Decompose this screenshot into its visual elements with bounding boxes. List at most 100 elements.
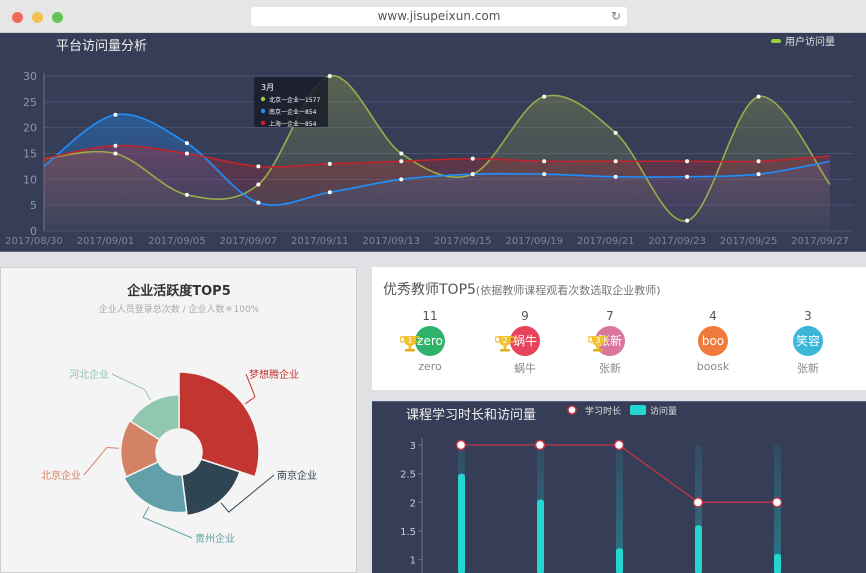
trophy-rank: 2 <box>502 336 507 345</box>
teacher-name: 张新 <box>599 362 621 375</box>
x-tick-label: 2017/09/11 <box>291 236 349 247</box>
y-tick-label: 30 <box>23 70 37 83</box>
series-point <box>542 94 547 99</box>
trophy-icon: 2 <box>495 336 515 352</box>
minimize-window-button[interactable] <box>32 12 43 23</box>
teacher-count: 4 <box>709 309 717 323</box>
series-point <box>542 172 547 177</box>
series-point <box>327 74 332 78</box>
series-point <box>685 174 690 179</box>
series-point <box>470 156 475 161</box>
teacher-avatar: boo <box>698 326 728 356</box>
series-point <box>256 164 261 169</box>
tooltip-marker <box>260 96 266 102</box>
x-tick-label: 2017/09/07 <box>220 236 278 247</box>
teachers-subtitle: (依据教师课程观看次数选取企业教师) <box>475 284 661 297</box>
teacher-name: 蜗牛 <box>514 362 536 375</box>
series-point <box>327 161 332 166</box>
visits-title: 平台访问量分析 <box>56 39 148 54</box>
y-tick-label: 10 <box>23 173 37 186</box>
series-point <box>113 112 118 117</box>
teacher-name: boosk <box>696 360 730 373</box>
slice-label: 河北企业 <box>69 368 109 381</box>
tooltip-row: 南京一企业一854 <box>269 108 317 116</box>
line-point <box>692 497 704 508</box>
activity-subtitle: 企业人员登录总次数 / 企业人数＊100% <box>99 303 260 315</box>
slice-label: 北京企业 <box>41 469 81 482</box>
trophy-icon: 3 <box>588 336 608 352</box>
series-point <box>613 159 618 164</box>
trophy-icon: 1 <box>400 336 420 352</box>
series-point <box>113 151 118 156</box>
y-tick-label: 5 <box>30 199 37 212</box>
teacher-count: 11 <box>422 309 438 323</box>
series-point <box>613 130 618 135</box>
teacher-name: zero <box>418 360 442 373</box>
series-point <box>756 172 761 177</box>
maximize-window-button[interactable] <box>52 12 63 23</box>
series-point <box>327 190 332 195</box>
slice-label: 南京企业 <box>277 469 317 482</box>
legend-bar-label: 访问量 <box>650 405 677 417</box>
x-tick-label: 2017/09/23 <box>648 236 706 247</box>
x-tick-label: 2017/09/05 <box>148 236 206 247</box>
activity-panel: 企业活跃度TOP5 企业人员登录总次数 / 企业人数＊100% 梦想腾企业南京企业贵… <box>0 267 357 573</box>
y-tick-label: 3 <box>410 441 416 452</box>
y-tick-label: 15 <box>23 148 37 161</box>
x-tick-label: 2017/09/13 <box>362 236 420 247</box>
teacher-count: 9 <box>521 309 529 323</box>
course-combo-chart: 0.511.522.53学习时长访问量 <box>400 405 783 573</box>
x-tick-label: 2017/09/27 <box>791 236 849 247</box>
teacher-count: 7 <box>606 309 614 323</box>
slice-label-line <box>111 373 151 401</box>
visits-panel: 0 5 10 15 20 25 30 2017/08/30 2017/09/01 2017/09/… <box>0 33 866 252</box>
slice-label: 梦想腾企业 <box>249 368 299 381</box>
teacher-card[interactable]: 3 笑容张新 <box>768 309 848 376</box>
teacher-avatar: 笑容 <box>793 326 823 356</box>
teacher-count: 3 <box>804 309 812 323</box>
reload-icon[interactable]: ↻ <box>611 7 621 26</box>
series-point <box>256 200 261 205</box>
series-point <box>685 218 690 223</box>
chart-tooltip: 3月北京一企业一1577 南京一企业一854 上海一企业一854 <box>254 77 328 128</box>
slice-label: 贵州企业 <box>195 532 235 545</box>
x-tick-label: 2017/09/25 <box>720 236 778 247</box>
x-tick-label: 2017/09/01 <box>77 236 135 247</box>
bar-visits <box>458 473 465 573</box>
teacher-card[interactable]: 4 boo boosk <box>673 309 753 373</box>
activity-title: 企业活跃度TOP5 <box>126 283 231 299</box>
series-point <box>113 143 118 148</box>
legend-line-label: 学习时长 <box>585 405 621 417</box>
bar-visits <box>695 525 702 573</box>
series-point <box>184 151 189 156</box>
x-tick-label: 2017/08/30 <box>5 236 63 247</box>
teacher-name: 张新 <box>797 362 819 375</box>
tooltip-title: 3月 <box>261 83 274 92</box>
tooltip-marker <box>260 120 266 126</box>
line-point <box>613 439 625 451</box>
bar-visits <box>616 548 623 573</box>
bar-visits <box>537 499 544 573</box>
y-tick-label: 25 <box>23 96 37 109</box>
tooltip-row: 北京一企业一1577 <box>269 96 320 104</box>
bar-background <box>774 445 781 573</box>
line-point <box>455 439 467 451</box>
address-text: www.jisupeixun.com <box>377 9 501 23</box>
visits-legend: 用户访问量 <box>771 35 835 48</box>
close-window-button[interactable] <box>12 12 23 23</box>
y-tick-label: 2.5 <box>400 470 416 481</box>
series-area-2 <box>44 145 830 231</box>
rose-slice <box>178 371 260 478</box>
activity-rose-chart: 企业活跃度TOP5 企业人员登录总次数 / 企业人数＊100% 梦想腾企业南京企业贵… <box>41 283 317 545</box>
legend-line-marker <box>567 405 577 415</box>
series-point <box>256 182 261 187</box>
series-point <box>613 174 618 179</box>
teacher-card[interactable]: 7 张新 张新 <box>570 309 650 376</box>
y-tick-label: 20 <box>23 122 37 135</box>
address-bar[interactable]: www.jisupeixun.com ↻ <box>251 7 627 26</box>
slice-label-line <box>83 446 119 476</box>
series-point <box>399 159 404 164</box>
course-legend: 学习时长 访问量 <box>567 405 677 417</box>
teachers-panel: 优秀教师TOP5(依据教师课程观看次数选取企业教师) 11 zero zero 9 蜗牛… <box>372 267 866 390</box>
y-tick-label: 1.5 <box>400 527 416 538</box>
